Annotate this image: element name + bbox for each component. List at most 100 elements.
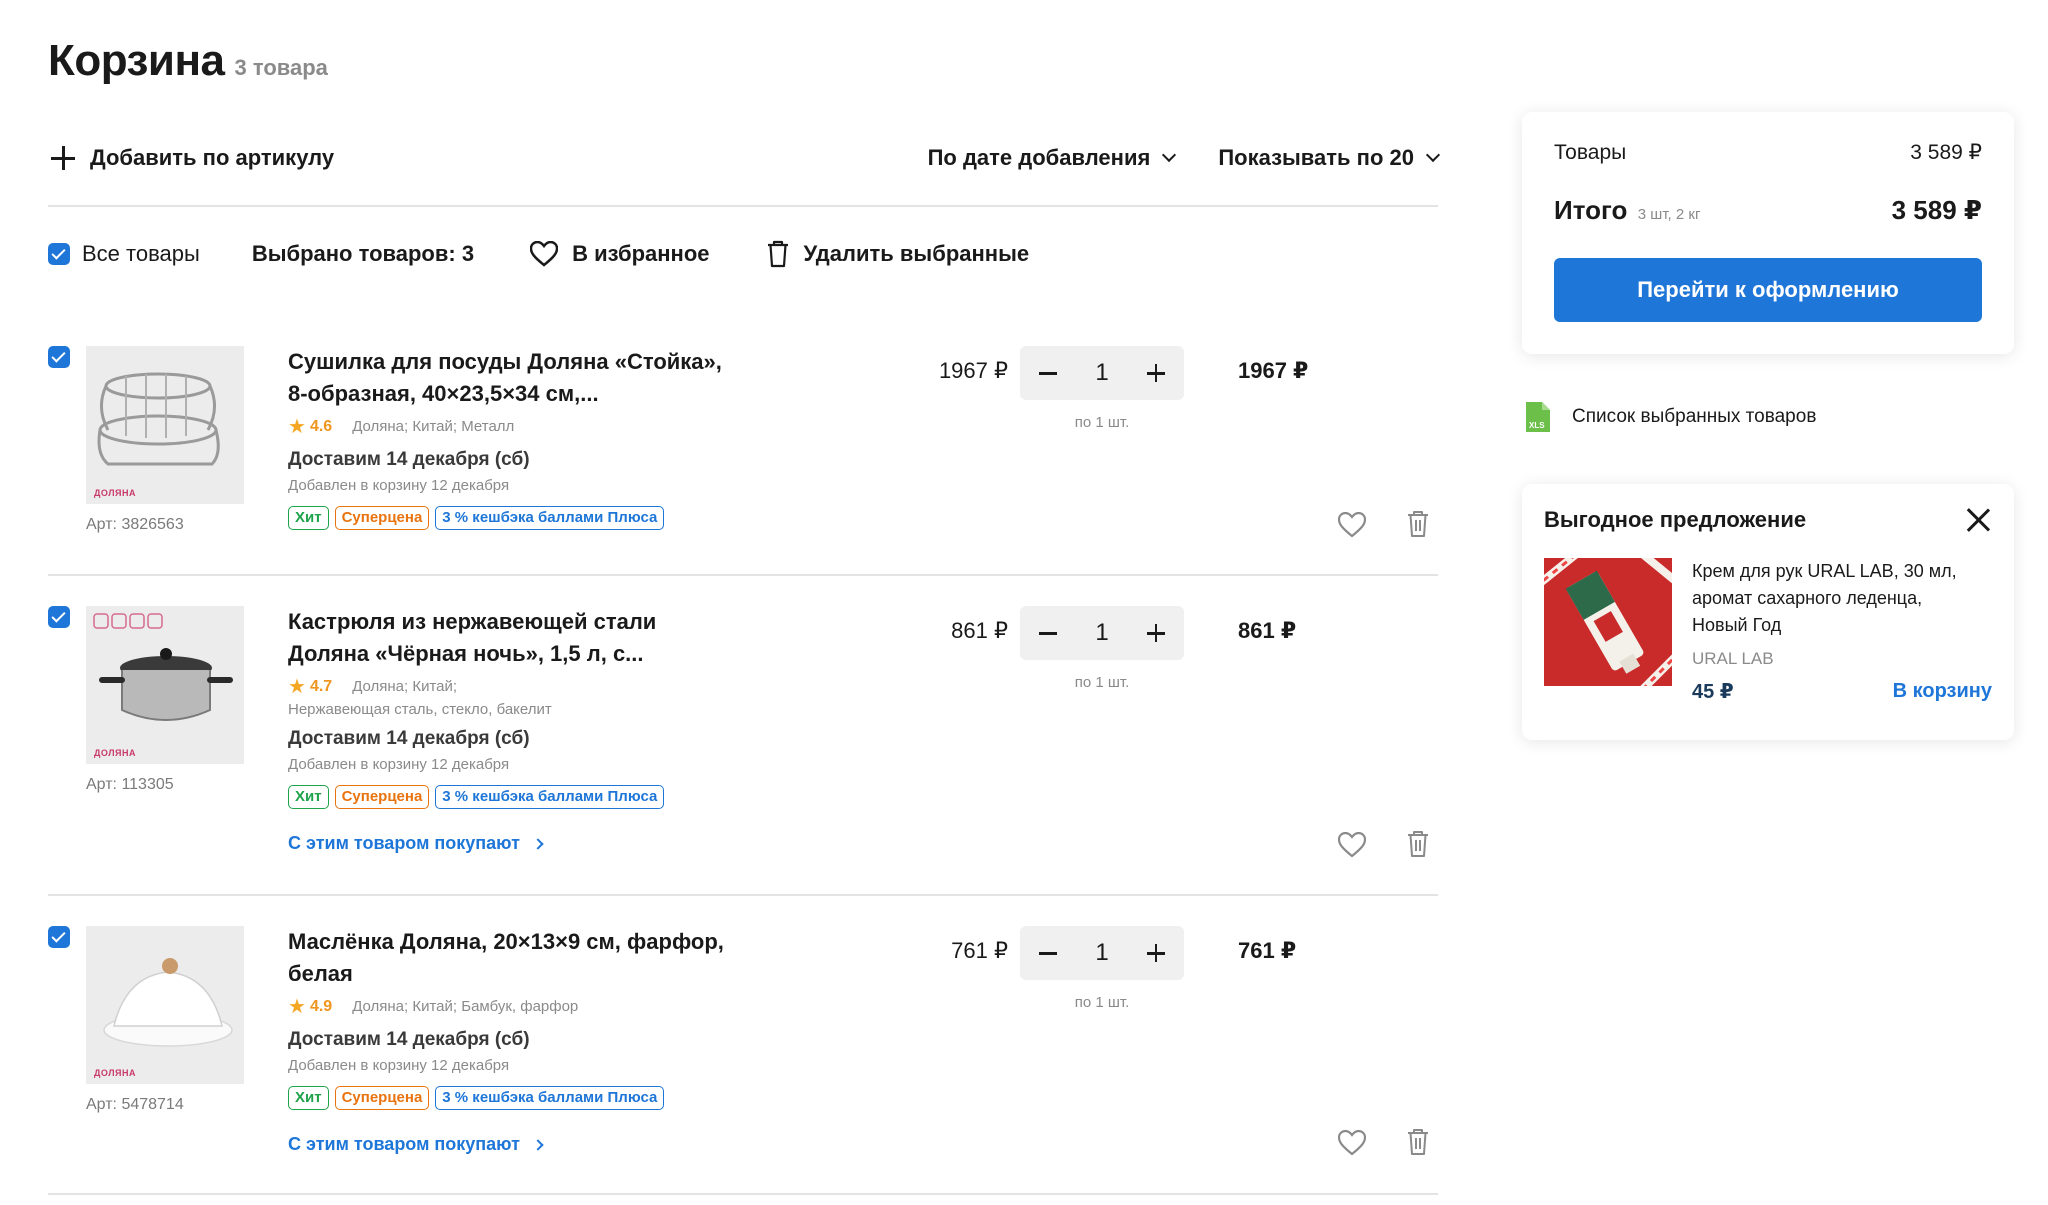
item-title-line: Сушилка для посуды Доляна «Стойка», xyxy=(288,349,722,374)
badge-hit: Хит xyxy=(288,785,329,809)
badge-cashback: 3 % кешбэка баллами Плюса xyxy=(435,785,665,809)
offer-body: Крем для рук URAL LAB, 30 мл, аромат сах… xyxy=(1544,558,1992,704)
increase-button[interactable] xyxy=(1144,941,1168,965)
also-buy-link[interactable]: С этим товаром покупают xyxy=(288,833,748,854)
plus-icon xyxy=(48,143,78,173)
quantity-value[interactable]: 1 xyxy=(1095,359,1108,387)
select-all-checkbox[interactable] xyxy=(48,243,70,265)
item-price: 761 ₽ xyxy=(951,938,1008,963)
chevron-down-icon xyxy=(1425,147,1441,163)
order-summary: Товары 3 589 ₽ Итого 3 шт, 2 кг 3 589 ₽ … xyxy=(1522,112,2014,354)
increase-button[interactable] xyxy=(1144,621,1168,645)
xls-file-icon: XLS xyxy=(1526,402,1550,432)
item-checkbox[interactable] xyxy=(48,606,70,628)
item-checkbox[interactable] xyxy=(48,926,70,948)
checkout-button[interactable]: Перейти к оформлению xyxy=(1554,258,1982,322)
offer-brand: URAL LAB xyxy=(1692,649,1774,668)
heart-icon[interactable] xyxy=(1338,512,1366,538)
star-icon: ★ xyxy=(288,996,306,1018)
add-to-cart-button[interactable]: В корзину xyxy=(1893,680,1992,703)
item-price: 861 ₽ xyxy=(951,618,1008,643)
added-date: Добавлен в корзину 12 декабря xyxy=(288,756,510,773)
page-title: Корзина xyxy=(48,36,225,85)
chevron-right-icon xyxy=(532,837,544,850)
delivery-date: Доставим 14 декабря (сб) xyxy=(288,1029,530,1050)
item-checkbox[interactable] xyxy=(48,346,70,368)
items-count: 3 товара xyxy=(234,55,328,80)
product-image[interactable]: ДОЛЯНА xyxy=(86,926,244,1084)
badge-cashback: 3 % кешбэка баллами Плюса xyxy=(435,1086,665,1110)
badge-super-price: Суперцена xyxy=(334,785,430,809)
heart-icon[interactable] xyxy=(1338,1130,1366,1156)
export-list-label: Список выбранных товаров xyxy=(1572,406,1817,427)
also-buy-link[interactable]: С этим товаром покупают xyxy=(288,1134,748,1155)
added-date: Добавлен в корзину 12 декабря xyxy=(288,477,510,494)
also-buy-label: С этим товаром покупают xyxy=(288,833,520,853)
decrease-button[interactable] xyxy=(1036,941,1060,965)
dish-rack-image xyxy=(86,346,244,504)
delete-selected-button[interactable]: Удалить выбранные xyxy=(766,240,1029,268)
sort-label: По дате добавления xyxy=(927,145,1151,170)
divider xyxy=(48,1193,1438,1195)
chevron-right-icon xyxy=(532,1138,544,1151)
trash-icon xyxy=(767,240,788,268)
decrease-button[interactable] xyxy=(1036,621,1060,645)
item-info: Сушилка для посуды Доляна «Стойка», 8-об… xyxy=(288,346,748,530)
article-number: Арт: 5478714 xyxy=(86,1096,184,1113)
hand-cream-image xyxy=(1544,558,1672,686)
item-price: 1967 ₽ xyxy=(938,358,1008,383)
export-list-link[interactable]: XLS Список выбранных товаров xyxy=(1524,400,1816,434)
brand-mark: ДОЛЯНА xyxy=(94,748,136,758)
offer-product-name[interactable]: Крем для рук URAL LAB, 30 мл, аромат сах… xyxy=(1692,558,1992,639)
trash-icon[interactable] xyxy=(1406,830,1430,858)
pot-image xyxy=(86,606,244,764)
delivery-date: Доставим 14 декабря (сб) xyxy=(288,449,530,470)
offer-name-line: Крем для рук URAL LAB, 30 мл, xyxy=(1692,561,1957,581)
butter-dish-image xyxy=(86,926,244,1084)
product-image[interactable]: ДОЛЯНА xyxy=(86,606,244,764)
item-attributes: Доляна; Китай; xyxy=(352,678,458,695)
unit-label: по 1 шт. xyxy=(1074,414,1130,431)
item-meta: ★ 4.6 Доляна; Китай; Металл xyxy=(288,414,748,439)
add-to-favorites-button[interactable]: В избранное xyxy=(530,241,710,267)
add-by-article-button[interactable]: Добавить по артикулу xyxy=(48,143,334,173)
brand-mark: ДОЛЯНА xyxy=(94,1068,136,1078)
page-size-label: Показывать по 20 xyxy=(1218,145,1414,170)
close-icon[interactable] xyxy=(1964,506,1992,534)
quantity-value[interactable]: 1 xyxy=(1095,619,1108,647)
item-title[interactable]: Сушилка для посуды Доляна «Стойка», 8-об… xyxy=(288,346,748,410)
summary-goods-label: Товары xyxy=(1554,141,1627,164)
quantity-value[interactable]: 1 xyxy=(1095,939,1108,967)
item-attributes: Доляна; Китай; Бамбук, фарфор xyxy=(352,998,579,1015)
decrease-button[interactable] xyxy=(1036,361,1060,385)
chevron-down-icon xyxy=(1162,147,1177,163)
heart-icon[interactable] xyxy=(1338,832,1366,858)
product-image[interactable]: ДОЛЯНА xyxy=(86,346,244,504)
item-attributes-extra: Нержавеющая сталь, стекло, бакелит xyxy=(288,701,552,718)
added-date: Добавлен в корзину 12 декабря xyxy=(288,1057,510,1074)
select-all-label: Все товары xyxy=(82,241,200,266)
item-rating: 4.6 xyxy=(309,417,333,435)
trash-icon[interactable] xyxy=(1406,510,1430,538)
star-icon: ★ xyxy=(288,676,306,698)
item-total: 861 ₽ xyxy=(1238,618,1297,643)
badge-hit: Хит xyxy=(288,506,329,530)
divider xyxy=(48,205,1438,207)
offer-bottom: 45 ₽ В корзину xyxy=(1692,679,1992,704)
item-title-line: Маслёнка Доляна, 20×13×9 см, фарфор, xyxy=(288,929,724,954)
item-title[interactable]: Маслёнка Доляна, 20×13×9 см, фарфор, бел… xyxy=(288,926,748,990)
item-title[interactable]: Кастрюля из нержавеющей стали Доляна «Чё… xyxy=(288,606,748,670)
summary-goods-row: Товары 3 589 ₽ xyxy=(1554,140,1982,165)
sort-dropdown[interactable]: По дате добавления xyxy=(927,145,1177,171)
trash-icon[interactable] xyxy=(1406,1128,1430,1156)
brand-mark: ДОЛЯНА xyxy=(94,488,136,498)
increase-button[interactable] xyxy=(1144,361,1168,385)
item-meta: ★ 4.7 Доляна; Китай; xyxy=(288,674,748,699)
quantity-stepper: 1 xyxy=(1020,926,1184,980)
offer-product-image[interactable] xyxy=(1544,558,1672,686)
item-info: Маслёнка Доляна, 20×13×9 см, фарфор, бел… xyxy=(288,926,748,1155)
selection-bar: Все товары Выбрано товаров: 3 В избранно… xyxy=(48,236,1085,272)
page-size-dropdown[interactable]: Показывать по 20 xyxy=(1218,145,1441,171)
item-rating: 4.7 xyxy=(309,677,333,695)
unit-label: по 1 шт. xyxy=(1074,674,1130,691)
